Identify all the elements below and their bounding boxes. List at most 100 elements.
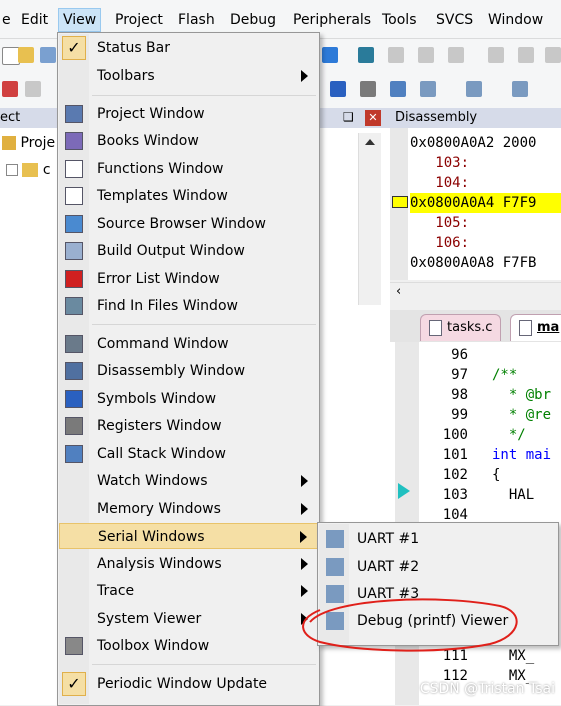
view-menu-item-disassembly-window[interactable]: Disassembly Window: [59, 358, 318, 384]
reset-icon[interactable]: [2, 81, 18, 97]
project-panel-title: ect: [0, 110, 21, 125]
view-menu-item-label: Templates Window: [97, 188, 228, 204]
menu-view[interactable]: View: [58, 8, 102, 32]
code-line[interactable]: * @re: [492, 405, 551, 425]
command-icon: [65, 335, 83, 353]
view-menu-item-build-output-window[interactable]: Build Output Window: [59, 238, 318, 264]
symbols-window-icon[interactable]: [330, 81, 346, 97]
view-menu-item-status-bar[interactable]: ✓ Status Bar: [59, 35, 318, 61]
registers-window-icon[interactable]: [360, 81, 376, 97]
view-menu-item-label: Build Output Window: [97, 243, 245, 259]
view-menu-item-label: Symbols Window: [97, 391, 217, 407]
folder-icon: [22, 163, 39, 177]
bookmark-flag-icon[interactable]: [358, 47, 374, 63]
view-menu-item-toolbox-window[interactable]: Toolbox Window: [59, 633, 318, 659]
project-tree-root[interactable]: Proje: [2, 135, 55, 151]
menu-debug[interactable]: Debug: [226, 10, 280, 30]
menu-flash[interactable]: Flash: [174, 10, 219, 30]
submenu-item-uart2[interactable]: UART #2: [319, 553, 557, 580]
watch-window-icon[interactable]: [420, 81, 436, 97]
indent-icon[interactable]: [488, 47, 504, 63]
view-menu-item-source-browser-window[interactable]: Source Browser Window: [59, 211, 318, 237]
view-menu-item-serial-windows[interactable]: Serial Windows: [59, 523, 318, 549]
project-panel-header: ect: [0, 108, 60, 128]
run-icon[interactable]: [25, 81, 41, 97]
vertical-scrollbar[interactable]: [358, 133, 381, 305]
serial-window-icon[interactable]: [512, 81, 528, 97]
view-menu-item-analysis-windows[interactable]: Analysis Windows: [59, 551, 318, 577]
memory-window-icon[interactable]: [466, 81, 482, 97]
bookmark-next-icon[interactable]: [418, 47, 434, 63]
templates-icon: [65, 187, 83, 205]
menu-tools[interactable]: Tools: [378, 10, 421, 30]
scroll-left-icon[interactable]: ‹: [396, 284, 401, 299]
disassembly-line[interactable]: 0x0800A0A2 2000: [410, 133, 536, 153]
horizontal-scrollbar[interactable]: ‹: [390, 282, 561, 303]
bookmark-prev-icon[interactable]: [388, 47, 404, 63]
code-line[interactable]: HAL: [492, 485, 534, 505]
view-menu-item-books-window[interactable]: Books Window: [59, 128, 318, 154]
close-icon[interactable]: ✕: [365, 110, 381, 126]
line-number: 96: [451, 347, 468, 363]
view-menu-item-toolbars[interactable]: Toolbars: [59, 63, 318, 89]
collapse-icon[interactable]: [6, 164, 18, 176]
tab-tasks-c[interactable]: tasks.c: [420, 314, 502, 341]
view-menu-item-memory-windows[interactable]: Memory Windows: [59, 496, 318, 522]
execution-pointer-icon: [398, 483, 410, 499]
view-menu-item-find-in-files-window[interactable]: Find In Files Window: [59, 293, 318, 319]
forward-arrow-icon[interactable]: [322, 47, 338, 63]
view-menu-item-project-window[interactable]: Project Window: [59, 101, 318, 127]
tab-tasks-c-label: tasks.c: [447, 320, 493, 335]
save-icon[interactable]: [40, 47, 56, 63]
code-line[interactable]: */: [492, 425, 526, 445]
pin-icon[interactable]: ❑: [343, 110, 354, 124]
view-menu-item-registers-window[interactable]: Registers Window: [59, 413, 318, 439]
view-menu-item-label: Trace: [97, 583, 135, 599]
menu-window[interactable]: Window: [484, 10, 547, 30]
menu-project[interactable]: Project: [111, 10, 167, 30]
view-menu-item-label: Command Window: [97, 336, 229, 352]
submenu-item-uart1[interactable]: UART #1: [319, 525, 557, 552]
view-menu-item-watch-windows[interactable]: Watch Windows: [59, 468, 318, 494]
view-menu-item-label: Watch Windows: [97, 473, 208, 489]
call-stack-window-icon[interactable]: [390, 81, 406, 97]
disassembly-line[interactable]: 105:: [410, 213, 469, 233]
view-menu-item-label: Memory Windows: [97, 501, 221, 517]
submenu-arrow-icon: [301, 475, 308, 487]
red-annotation-circle: [302, 598, 518, 652]
view-menu-item-call-stack-window[interactable]: Call Stack Window: [59, 441, 318, 467]
menu-svcs[interactable]: SVCS: [432, 10, 477, 30]
scroll-up-icon[interactable]: [365, 139, 375, 145]
menu-edit[interactable]: Edit: [17, 10, 52, 30]
view-menu-item-label: Source Browser Window: [97, 216, 266, 232]
disassembly-line[interactable]: 104:: [410, 173, 469, 193]
find-in-files-icon: [65, 297, 83, 315]
line-number: 101: [442, 447, 468, 463]
disassembly-line[interactable]: 103:: [410, 153, 469, 173]
disassembly-line[interactable]: 0x0800A0A8 F7FB: [410, 253, 536, 273]
bookmark-clear-icon[interactable]: [448, 47, 464, 63]
code-line[interactable]: /**: [492, 365, 517, 385]
unindent-icon[interactable]: [518, 47, 534, 63]
code-line[interactable]: int mai: [492, 445, 551, 465]
code-line[interactable]: * @br: [492, 385, 551, 405]
open-folder-icon[interactable]: [18, 47, 34, 63]
project-tree-group[interactable]: c: [6, 162, 51, 178]
view-menu-item-periodic-window-update[interactable]: ✓ Periodic Window Update: [59, 671, 318, 697]
view-menu-item-system-viewer[interactable]: System Viewer: [59, 606, 318, 632]
tab-main-c[interactable]: ma: [510, 314, 561, 341]
menu-file[interactable]: e: [0, 10, 15, 30]
check-icon: ✓: [62, 672, 86, 696]
view-menu-item-trace[interactable]: Trace: [59, 578, 318, 604]
view-menu-item-symbols-window[interactable]: Symbols Window: [59, 386, 318, 412]
view-menu-item-command-window[interactable]: Command Window: [59, 331, 318, 357]
code-line[interactable]: {: [492, 465, 500, 485]
view-menu-item-templates-window[interactable]: Templates Window: [59, 183, 318, 209]
view-menu-item-functions-window[interactable]: Functions Window: [59, 156, 318, 182]
comment-icon[interactable]: [545, 47, 561, 63]
disassembly-line[interactable]: 106:: [410, 233, 469, 253]
view-menu-item-error-list-window[interactable]: Error List Window: [59, 266, 318, 292]
submenu-item-uart1-label: UART #1: [357, 531, 420, 547]
menu-peripherals[interactable]: Peripherals: [289, 10, 375, 30]
disassembly-line[interactable]: 0x0800A0A4 F7F9: [410, 193, 561, 213]
